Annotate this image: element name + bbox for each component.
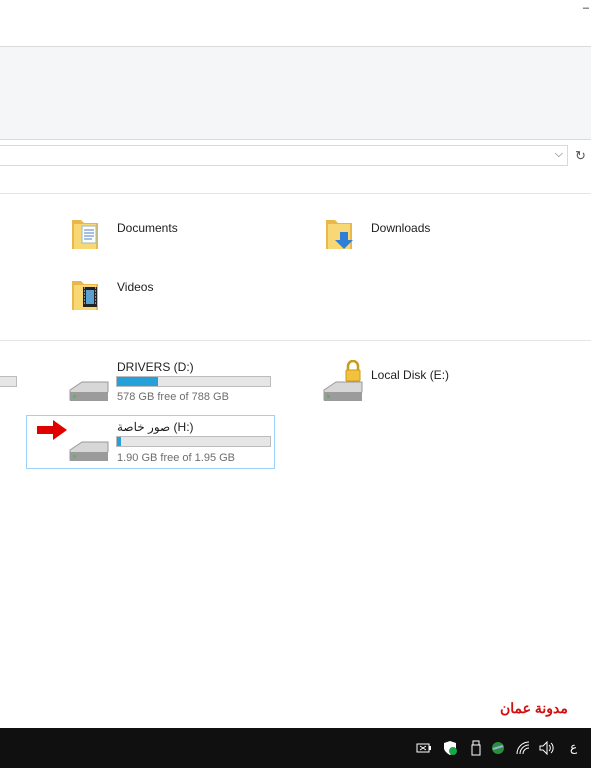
folder-item-downloads[interactable]: Downloads xyxy=(324,214,464,258)
ribbon xyxy=(0,46,591,140)
drive-usage-fill xyxy=(117,437,121,446)
volume-icon[interactable] xyxy=(538,740,554,756)
drive-label: DRIVERS (D:) xyxy=(117,360,194,374)
hard-drive-icon xyxy=(323,381,363,401)
download-manager-icon[interactable] xyxy=(490,740,506,756)
drive-label: صور خاصة (H:) xyxy=(117,420,194,434)
security-shield-icon[interactable] xyxy=(442,740,458,756)
downloads-folder-icon xyxy=(326,220,353,249)
folder-label: Documents xyxy=(117,221,178,235)
drive-usage-bar xyxy=(116,436,271,447)
folder-item-documents[interactable]: Documents xyxy=(70,214,210,258)
watermark-text: مدونة عمان xyxy=(500,700,568,716)
usb-drive-icon[interactable] xyxy=(468,740,484,756)
address-dropdown-icon[interactable]: ⌵ xyxy=(555,148,563,161)
folder-label: Videos xyxy=(117,280,154,294)
divider xyxy=(0,193,591,194)
red-arrow-icon xyxy=(37,420,67,440)
language-indicator[interactable]: ع xyxy=(570,740,577,754)
minimize-button[interactable]: ‒ xyxy=(583,2,589,14)
drive-usage-fill xyxy=(117,377,159,386)
folder-item-videos[interactable]: Videos xyxy=(70,275,210,319)
divider xyxy=(0,340,591,341)
drive-label: Local Disk (E:) xyxy=(371,368,450,382)
drive-usage-bar xyxy=(116,376,271,387)
drive-item-e[interactable]: Local Disk (E:) xyxy=(318,356,518,408)
hard-drive-icon xyxy=(69,381,109,401)
drive-free-space: 1.90 GB free of 1.95 GB xyxy=(117,452,236,464)
lock-icon xyxy=(345,360,361,382)
wifi-icon[interactable] xyxy=(515,740,531,756)
drive-free-space: 578 GB free of 788 GB xyxy=(117,391,229,403)
address-bar[interactable]: ⌵ xyxy=(0,145,568,166)
battery-icon[interactable] xyxy=(416,740,432,756)
taskbar: ع xyxy=(0,728,591,768)
partial-drive-bar xyxy=(0,376,17,387)
drive-item-d[interactable]: DRIVERS (D:) 578 GB free of 788 GB xyxy=(62,356,276,408)
hard-drive-icon xyxy=(69,441,109,461)
window-titlebar: ‒ xyxy=(0,0,591,46)
refresh-button[interactable]: ↻ xyxy=(570,145,591,166)
videos-folder-icon xyxy=(72,281,98,310)
folder-label: Downloads xyxy=(371,221,431,235)
documents-folder-icon xyxy=(72,220,98,249)
